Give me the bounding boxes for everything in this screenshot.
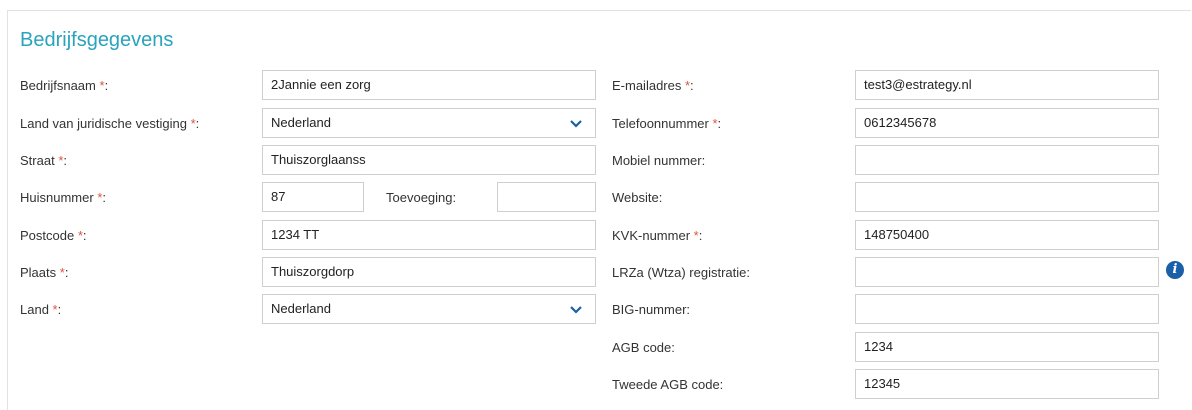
lrza-input[interactable] xyxy=(855,257,1159,287)
chevron-down-icon xyxy=(570,120,582,128)
label-lrza: LRZa (Wtza) registratie: xyxy=(612,265,750,280)
label-straat: Straat *: xyxy=(20,153,67,168)
label-big: BIG-nummer: xyxy=(612,302,691,317)
label-toevoeging: Toevoeging: xyxy=(386,190,457,205)
agb-input[interactable]: 1234 xyxy=(855,332,1159,362)
mobiel-input[interactable] xyxy=(855,145,1159,175)
label-land: Land *: xyxy=(20,302,62,317)
label-mobiel: Mobiel nummer: xyxy=(612,153,706,168)
section-title: Bedrijfsgegevens xyxy=(20,29,174,51)
label-agb: AGB code: xyxy=(612,340,675,355)
telefoon-input[interactable]: 0612345678 xyxy=(855,108,1159,138)
label-email: E-mailadres *: xyxy=(612,78,694,93)
label-huisnummer: Huisnummer *: xyxy=(20,190,106,205)
land-select[interactable]: Nederland xyxy=(262,294,596,324)
label-telefoon: Telefoonnummer *: xyxy=(612,116,722,131)
chevron-down-icon xyxy=(570,306,582,314)
land-vestiging-select[interactable]: Nederland xyxy=(262,108,596,138)
bedrijfsnaam-input[interactable]: 2Jannie een zorg xyxy=(262,70,596,100)
land-vestiging-value: Nederland xyxy=(271,115,331,130)
label-bedrijfsnaam: Bedrijfsnaam *: xyxy=(20,78,109,93)
label-website: Website: xyxy=(612,190,663,205)
big-input[interactable] xyxy=(855,294,1159,324)
agb2-input[interactable]: 12345 xyxy=(855,369,1159,399)
land-value: Nederland xyxy=(271,301,331,316)
kvk-input[interactable]: 148750400 xyxy=(855,220,1159,250)
huisnummer-input[interactable]: 87 xyxy=(262,182,364,212)
plaats-input[interactable]: Thuiszorgdorp xyxy=(262,257,596,287)
label-kvk: KVK-nummer *: xyxy=(612,228,703,243)
info-icon[interactable]: i xyxy=(1166,261,1184,279)
toevoeging-input[interactable] xyxy=(497,182,596,212)
label-plaats: Plaats *: xyxy=(20,265,69,280)
label-land-vestiging: Land van juridische vestiging *: xyxy=(20,116,200,131)
label-postcode: Postcode *: xyxy=(20,228,87,243)
straat-input[interactable]: Thuiszorglaanss xyxy=(262,145,596,175)
label-agb2: Tweede AGB code: xyxy=(612,377,724,392)
email-input[interactable]: test3@estrategy.nl xyxy=(855,70,1159,100)
website-input[interactable] xyxy=(855,182,1159,212)
postcode-input[interactable]: 1234 TT xyxy=(262,220,596,250)
